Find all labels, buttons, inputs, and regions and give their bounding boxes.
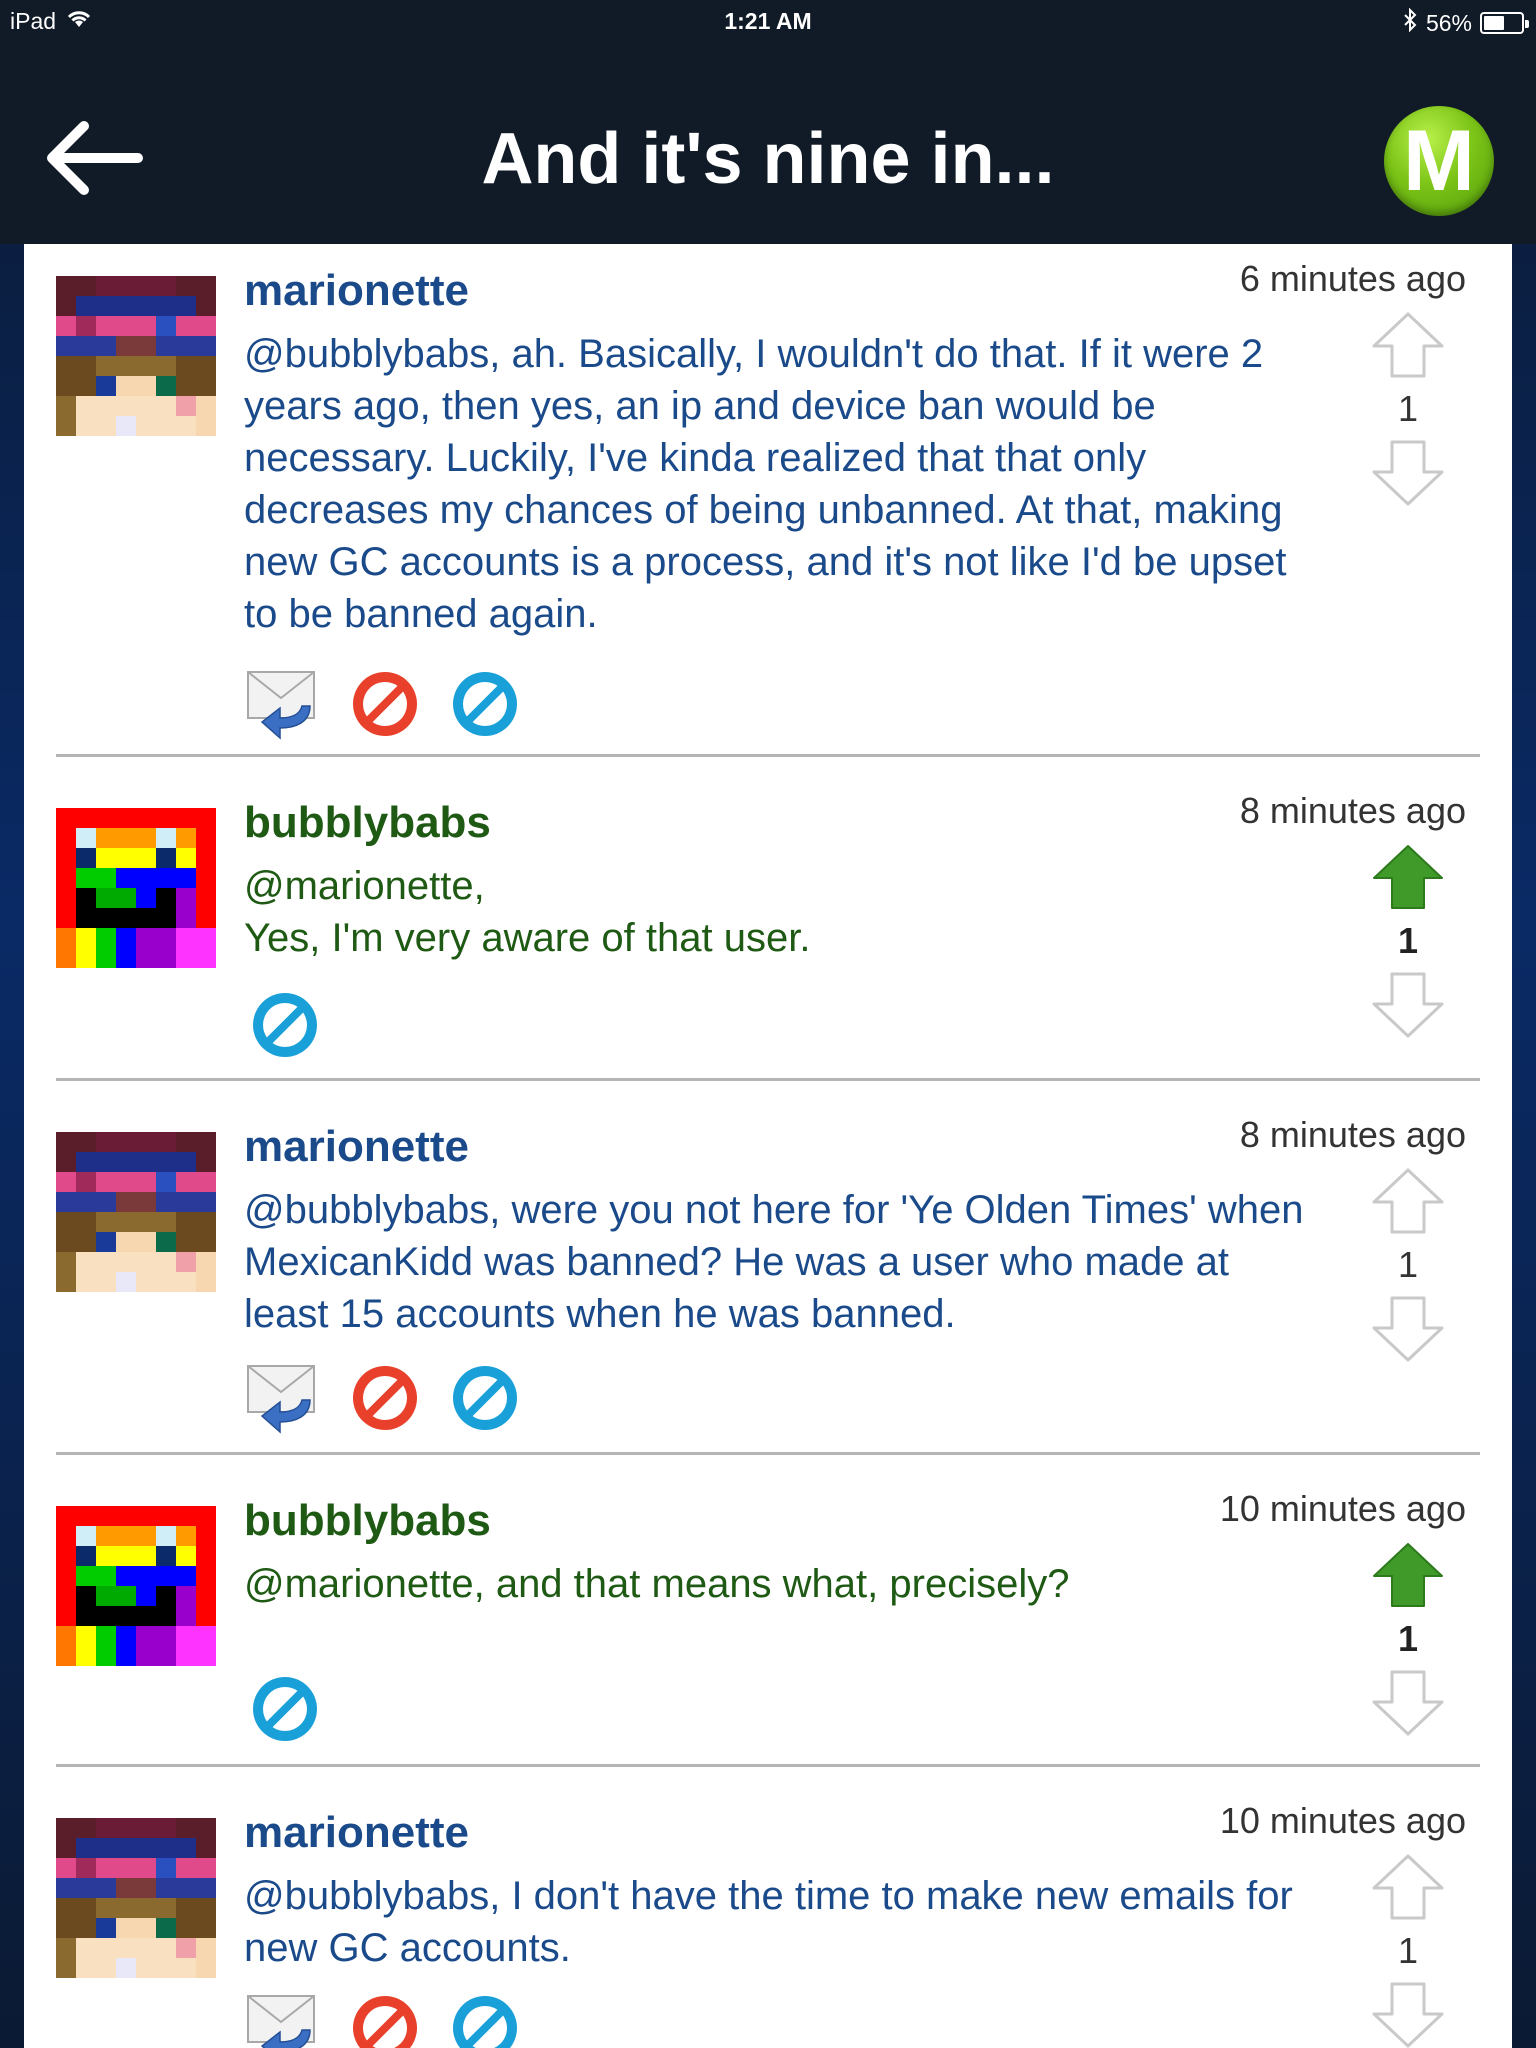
downvote-icon[interactable] [1370,438,1446,508]
comment-author[interactable]: bubblybabs [244,798,491,848]
comment-time: 10 minutes ago [1219,1800,1466,1841]
comment-actions [244,1990,520,2048]
divider [56,1764,1480,1767]
comment-actions [250,1674,320,1744]
comment-body: @bubblybabs, ah. Basically, I wouldn't d… [244,332,1287,636]
status-time: 1:21 AM [724,8,812,34]
block-blue-icon[interactable] [250,990,320,1060]
divider [56,1452,1480,1455]
downvote-icon[interactable] [1370,1668,1446,1738]
avatar-bubblybabs[interactable] [56,1506,216,1666]
vote-count: 1 [1397,920,1419,961]
vote-count: 1 [1397,1618,1419,1659]
comment-time: 8 minutes ago [1239,1114,1466,1155]
downvote-icon[interactable] [1370,1294,1446,1364]
block-blue-icon[interactable] [250,1674,320,1744]
reply-icon[interactable] [244,1360,320,1436]
avatar-marionette[interactable] [56,276,216,436]
comment-time: 8 minutes ago [1239,790,1466,831]
reply-icon[interactable] [244,1990,320,2048]
reply-icon[interactable] [244,666,320,742]
comment-author[interactable]: marionette [244,1808,469,1858]
avatar-marionette[interactable] [56,1818,216,1978]
comment-actions [250,990,320,1060]
avatar-marionette[interactable] [56,1132,216,1292]
vote-control: 1 [1370,1852,1446,2048]
downvote-icon[interactable] [1370,1980,1446,2048]
block-blue-icon[interactable] [450,669,520,739]
vote-count: 1 [1397,388,1419,429]
block-blue-icon[interactable] [450,1363,520,1433]
divider [56,1078,1480,1081]
upvote-icon[interactable] [1370,1852,1446,1922]
page-title: And it's nine in... [481,119,1055,199]
comment-body: @bubblybabs, were you not here for 'Ye O… [244,1188,1304,1336]
status-bar: iPad 1:21 AM 56% [0,0,1536,44]
vote-control: 1 [1370,310,1446,508]
comment-body: @bubblybabs, I don't have the time to ma… [244,1874,1293,1970]
downvote-icon[interactable] [1370,970,1446,1040]
upvote-icon[interactable] [1370,310,1446,380]
nav-bar: And it's nine in... M [0,44,1536,244]
block-red-icon[interactable] [350,1363,420,1433]
comment-author[interactable]: bubblybabs [244,1496,491,1546]
comment-author[interactable]: marionette [244,1122,469,1172]
bluetooth-icon [1402,7,1418,38]
block-red-icon[interactable] [350,1993,420,2048]
battery-percent: 56% [1425,9,1472,36]
divider [56,754,1480,757]
vote-count: 1 [1397,1930,1419,1971]
vote-control: 1 [1370,1166,1446,1364]
comment-actions [244,666,520,742]
avatar-bubblybabs[interactable] [56,808,216,968]
app-logo[interactable]: M [1384,106,1494,216]
comment-body: @marionette, and that means what, precis… [244,1562,1070,1606]
comment-time: 10 minutes ago [1219,1488,1466,1529]
upvote-icon[interactable] [1370,1166,1446,1236]
block-blue-icon[interactable] [450,1993,520,2048]
upvote-active-icon[interactable] [1370,842,1446,912]
comment-body: @marionette, Yes, I'm very aware of that… [244,864,811,960]
battery-icon [1480,12,1529,34]
vote-count: 1 [1397,1244,1419,1285]
battery-fill [1484,16,1505,30]
status-right: 56% [1402,7,1529,38]
battery-nub [1525,20,1529,28]
comment-list: marionette 6 minutes ago @bubblybabs, ah… [24,244,1512,2048]
upvote-active-icon[interactable] [1370,1540,1446,1610]
comment-author[interactable]: marionette [244,266,469,316]
comment-time: 6 minutes ago [1239,258,1466,299]
comment-actions [244,1360,520,1436]
vote-control: 1 [1370,1540,1446,1738]
block-red-icon[interactable] [350,669,420,739]
vote-control: 1 [1370,842,1446,1040]
